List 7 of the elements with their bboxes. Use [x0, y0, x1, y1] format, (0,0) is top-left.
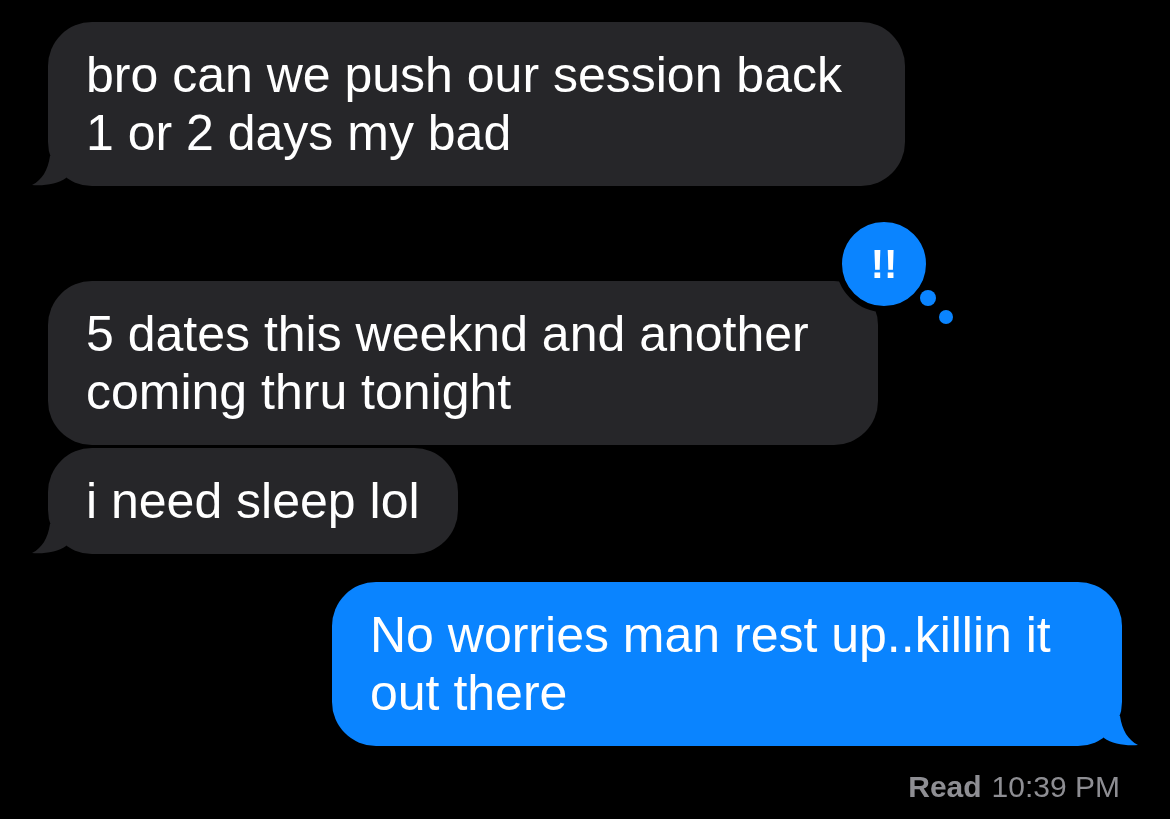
message-bubble: No worries man rest up..killin it out there: [332, 582, 1122, 746]
message-bubble: i need sleep lol: [48, 448, 458, 554]
message-bubble: 5 dates this weeknd and another coming thru tonight: [48, 281, 878, 445]
read-time: 10:39 PM: [991, 769, 1120, 805]
read-label: Read: [908, 769, 982, 805]
bubble-dots-icon: [918, 290, 954, 324]
message-bubble: bro can we push our session back 1 or 2 days my bad: [48, 22, 905, 186]
